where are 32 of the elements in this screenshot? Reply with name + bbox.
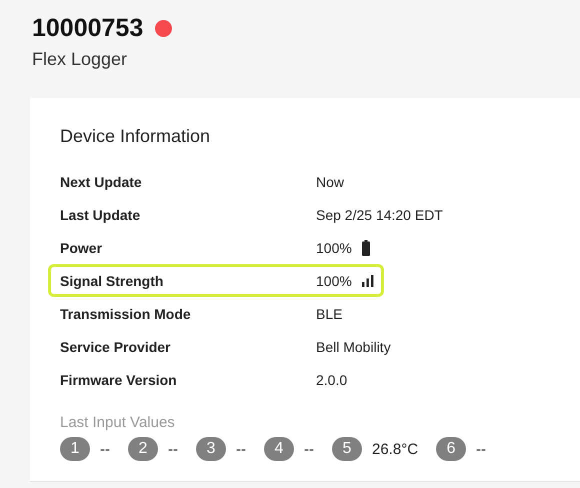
field-value: Bell Mobility <box>316 338 391 354</box>
channel-value: 26.8°C <box>372 440 418 458</box>
field-label: Service Provider <box>60 338 172 354</box>
channel-value: -- <box>236 440 246 458</box>
channel-number: 5 <box>332 437 362 461</box>
channel-number: 6 <box>436 437 466 461</box>
card-title: Device Information <box>60 126 212 147</box>
field-value: 100% <box>316 240 352 256</box>
field-value: BLE <box>316 306 342 322</box>
section-label: Last Input Values <box>60 414 176 431</box>
channel-number: 1 <box>60 437 90 461</box>
field-value: Sep 2/25 14:20 EDT <box>316 206 443 222</box>
device-type: Flex Logger <box>32 49 128 70</box>
channel-number: 2 <box>128 437 158 461</box>
channel-number: 3 <box>196 437 226 461</box>
field-value: Now <box>316 174 344 190</box>
field-value: 2.0.0 <box>316 372 348 388</box>
field-label: Firmware Version <box>60 372 178 388</box>
field-label: Power <box>60 240 104 256</box>
field-label: Signal Strength <box>60 272 164 288</box>
channel-value: -- <box>168 440 178 458</box>
channel-value: -- <box>476 440 486 458</box>
channel-value: -- <box>100 440 110 458</box>
field-label: Next Update <box>60 174 143 190</box>
field-label: Last Update <box>60 206 142 222</box>
battery-icon <box>362 240 370 256</box>
channel-number: 4 <box>264 437 294 461</box>
device-id: 10000753 <box>32 14 144 43</box>
signal-icon <box>362 274 374 286</box>
field-value: 100% <box>316 272 352 288</box>
channel-value: -- <box>304 440 314 458</box>
field-label: Transmission Mode <box>60 306 192 322</box>
